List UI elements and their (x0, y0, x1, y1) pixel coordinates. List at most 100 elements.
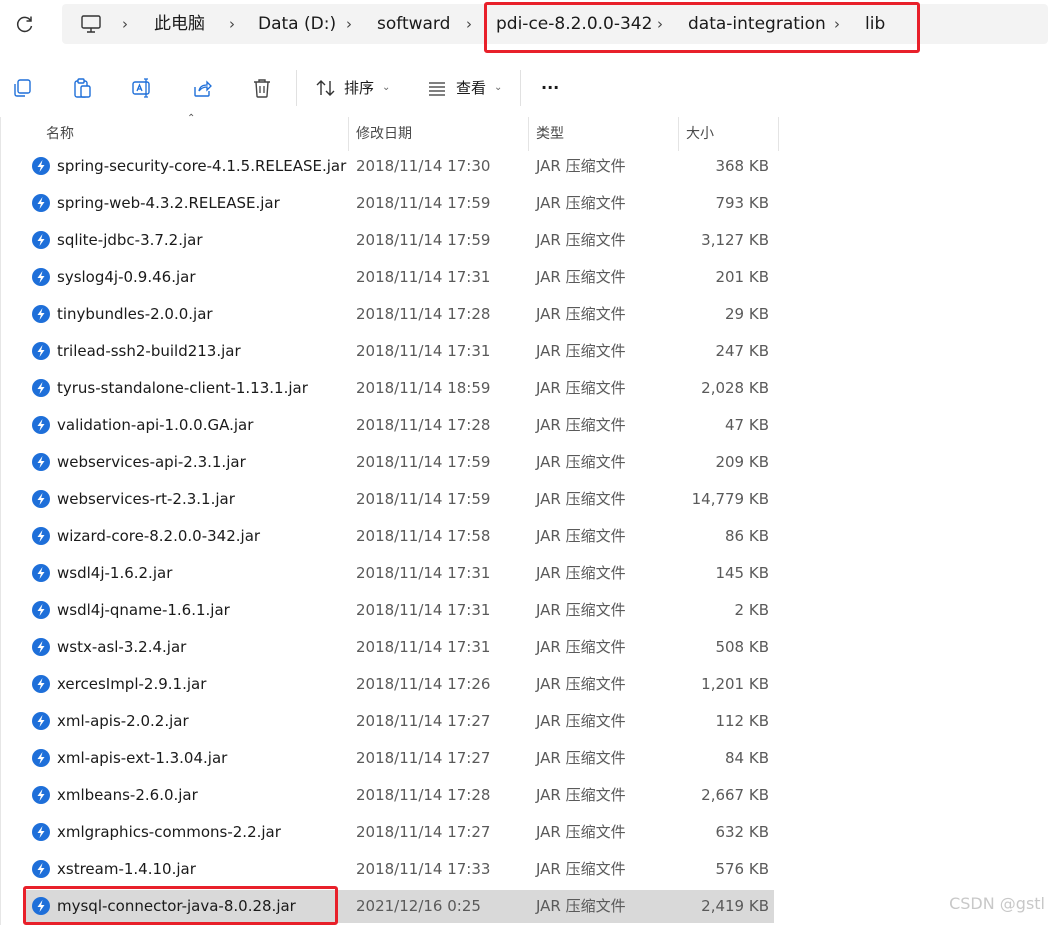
copy-icon (14, 79, 31, 97)
file-modified-date: 2018/11/14 17:31 (356, 564, 491, 582)
file-row[interactable]: wsdl4j-qname-1.6.1.jar 2018/11/14 17:31 JA… (0, 592, 780, 629)
file-row[interactable]: xmlgraphics-commons-2.2.jar 2018/11/14 17… (0, 814, 780, 851)
file-size: 86 KB (725, 527, 769, 545)
column-header-modified[interactable]: 修改日期 (356, 117, 412, 151)
jar-file-icon (32, 601, 50, 619)
watermark: CSDN @gstl (949, 894, 1045, 913)
file-row[interactable]: trilead-ssh2-build213.jar 2018/11/14 17:3… (0, 333, 780, 370)
column-divider[interactable] (778, 117, 779, 151)
jar-file-icon (32, 231, 50, 249)
file-row[interactable]: tinybundles-2.0.0.jar 2018/11/14 17:28 JAR… (0, 296, 780, 333)
file-name: trilead-ssh2-build213.jar (57, 342, 241, 360)
file-type: JAR 压缩文件 (536, 601, 626, 619)
chevron-right-icon[interactable]: › (346, 4, 352, 44)
rename-button[interactable] (128, 74, 156, 102)
file-size: 84 KB (725, 749, 769, 767)
view-button[interactable] (423, 74, 451, 102)
file-name: tyrus-standalone-client-1.13.1.jar (57, 379, 308, 397)
file-row[interactable]: wsdl4j-1.6.2.jar 2018/11/14 17:31 JAR 压缩文件… (0, 555, 780, 592)
file-list: spring-security-core-4.1.5.RELEASE.jar 20… (0, 148, 780, 925)
delete-button[interactable] (248, 74, 276, 102)
file-name: sqlite-jdbc-3.7.2.jar (57, 231, 203, 249)
file-size: 2,419 KB (701, 897, 769, 915)
file-modified-date: 2018/11/14 17:28 (356, 416, 491, 434)
chevron-right-icon[interactable]: › (229, 4, 235, 44)
breadcrumb-item-softward[interactable]: softward (377, 4, 450, 44)
column-header-type[interactable]: 类型 (536, 117, 564, 151)
jar-file-icon (32, 527, 50, 545)
share-button[interactable] (188, 74, 216, 102)
file-type: JAR 压缩文件 (536, 897, 626, 915)
breadcrumb-item-this-pc[interactable]: 此电脑 (154, 4, 205, 44)
file-row[interactable]: spring-web-4.3.2.RELEASE.jar 2018/11/14 1… (0, 185, 780, 222)
column-header-name[interactable]: 名称 (46, 117, 74, 151)
chevron-down-icon[interactable]: ⌄ (382, 74, 390, 102)
file-size: 632 KB (715, 823, 769, 841)
jar-file-icon (32, 342, 50, 360)
refresh-button[interactable] (10, 10, 40, 38)
file-row[interactable]: wizard-core-8.2.0.0-342.jar 2018/11/14 17… (0, 518, 780, 555)
file-type: JAR 压缩文件 (536, 638, 626, 656)
file-type: JAR 压缩文件 (536, 527, 626, 545)
file-size: 247 KB (715, 342, 769, 360)
file-type: JAR 压缩文件 (536, 749, 626, 767)
file-modified-date: 2018/11/14 17:58 (356, 527, 491, 545)
sort-label[interactable]: 排序 (344, 74, 374, 102)
file-row[interactable]: spring-security-core-4.1.5.RELEASE.jar 20… (0, 148, 780, 185)
chevron-right-icon[interactable]: › (466, 4, 472, 44)
file-size: 2,667 KB (701, 786, 769, 804)
file-modified-date: 2021/12/16 0:25 (356, 897, 481, 915)
column-divider[interactable] (528, 117, 529, 151)
file-row[interactable]: webservices-api-2.3.1.jar 2018/11/14 17:5… (0, 444, 780, 481)
copy-button[interactable] (8, 74, 36, 102)
chevron-down-icon[interactable]: ⌄ (494, 74, 502, 102)
file-type: JAR 压缩文件 (536, 157, 626, 175)
file-type: JAR 压缩文件 (536, 305, 626, 323)
view-label[interactable]: 查看 (456, 74, 486, 102)
column-divider[interactable] (678, 117, 679, 151)
more-options-button[interactable]: ··· (541, 74, 559, 102)
jar-file-icon (32, 749, 50, 767)
file-size: 47 KB (725, 416, 769, 434)
jar-file-icon (32, 823, 50, 841)
file-size: 793 KB (715, 194, 769, 212)
computer-icon[interactable] (80, 13, 102, 35)
file-row[interactable]: xercesImpl-2.9.1.jar 2018/11/14 17:26 JAR … (0, 666, 780, 703)
file-name: wsdl4j-1.6.2.jar (57, 564, 173, 582)
file-type: JAR 压缩文件 (536, 453, 626, 471)
file-row[interactable]: xml-apis-2.0.2.jar 2018/11/14 17:27 JAR 压缩… (0, 703, 780, 740)
file-row[interactable]: validation-api-1.0.0.GA.jar 2018/11/14 17… (0, 407, 780, 444)
file-name: wstx-asl-3.2.4.jar (57, 638, 187, 656)
jar-file-icon (32, 268, 50, 286)
share-icon (194, 80, 212, 97)
file-row[interactable]: syslog4j-0.9.46.jar 2018/11/14 17:31 JAR 压… (0, 259, 780, 296)
file-size: 29 KB (725, 305, 769, 323)
breadcrumb-item-data-drive[interactable]: Data (D:) (258, 4, 336, 44)
file-row[interactable]: wstx-asl-3.2.4.jar 2018/11/14 17:31 JAR 压缩… (0, 629, 780, 666)
file-row[interactable]: xml-apis-ext-1.3.04.jar 2018/11/14 17:27 J… (0, 740, 780, 777)
file-modified-date: 2018/11/14 17:30 (356, 157, 491, 175)
file-type: JAR 压缩文件 (536, 823, 626, 841)
sort-button[interactable] (312, 74, 340, 102)
file-type: JAR 压缩文件 (536, 564, 626, 582)
file-name: wizard-core-8.2.0.0-342.jar (57, 527, 261, 545)
file-type: JAR 压缩文件 (536, 675, 626, 693)
file-name: tinybundles-2.0.0.jar (57, 305, 213, 323)
file-row[interactable]: webservices-rt-2.3.1.jar 2018/11/14 17:59… (0, 481, 780, 518)
file-type: JAR 压缩文件 (536, 490, 626, 508)
file-row[interactable]: tyrus-standalone-client-1.13.1.jar 2018/1… (0, 370, 780, 407)
column-header-size[interactable]: 大小 (686, 117, 714, 151)
chevron-right-icon[interactable]: › (122, 4, 128, 44)
file-row[interactable]: sqlite-jdbc-3.7.2.jar 2018/11/14 17:59 JAR… (0, 222, 780, 259)
command-toolbar: 排序 ⌄ 查看 ⌄ ··· (0, 60, 1051, 116)
file-size: 368 KB (715, 157, 769, 175)
paste-button[interactable] (68, 74, 96, 102)
file-size: 2,028 KB (701, 379, 769, 397)
file-type: JAR 压缩文件 (536, 860, 626, 878)
file-type: JAR 压缩文件 (536, 194, 626, 212)
file-type: JAR 压缩文件 (536, 786, 626, 804)
column-divider[interactable] (348, 117, 349, 151)
file-row[interactable]: xmlbeans-2.6.0.jar 2018/11/14 17:28 JAR 压缩… (0, 777, 780, 814)
file-name: xml-apis-2.0.2.jar (57, 712, 189, 730)
file-row[interactable]: xstream-1.4.10.jar 2018/11/14 17:33 JAR 压缩… (0, 851, 780, 888)
